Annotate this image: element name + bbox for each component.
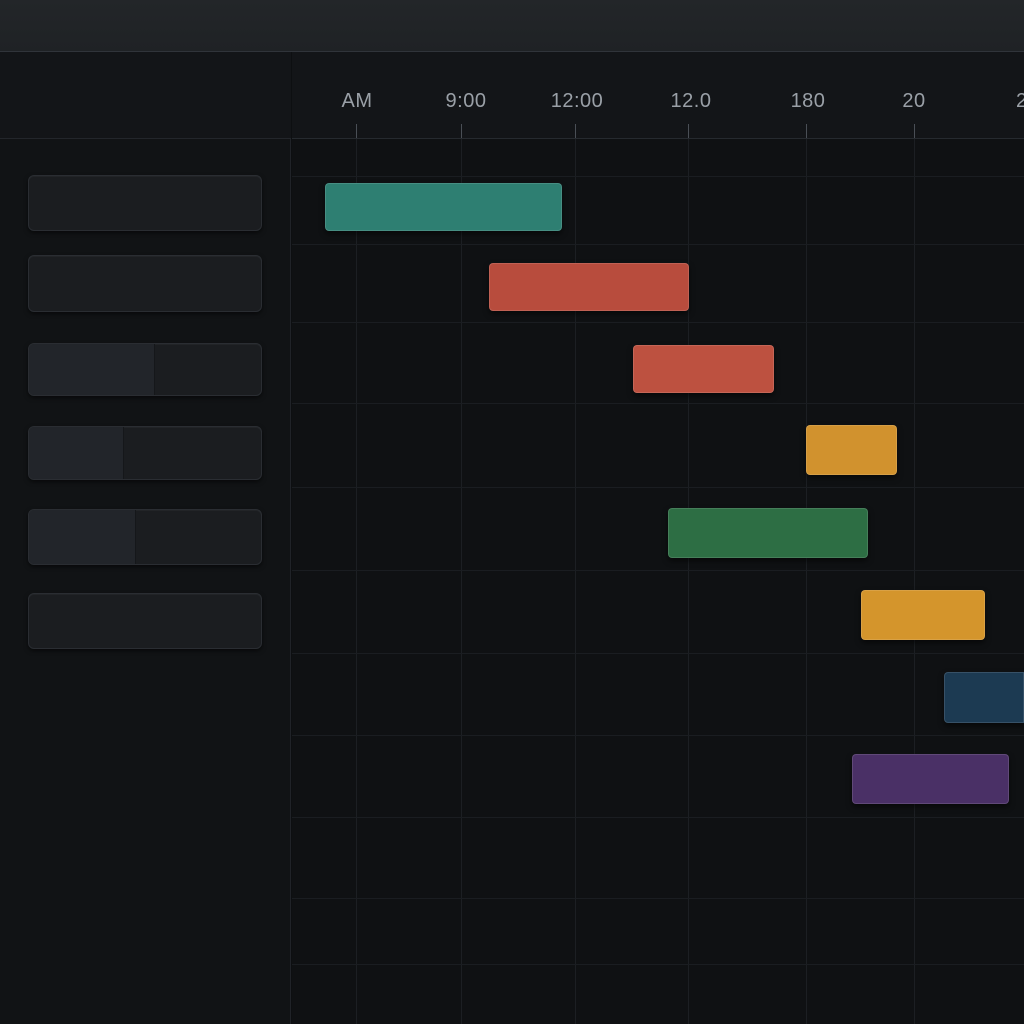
sidebar-row-5-segment	[29, 510, 136, 564]
grid-line-vertical	[914, 139, 915, 1024]
task-bar-8[interactable]	[852, 754, 1009, 804]
grid-line-horizontal	[292, 735, 1024, 736]
sidebar-row-3-segment	[29, 344, 155, 395]
grid-line-vertical	[806, 139, 807, 1024]
sidebar-header	[0, 52, 291, 139]
sidebar-row-6[interactable]	[28, 593, 262, 649]
task-bar-4[interactable]	[806, 425, 897, 475]
tick-mark	[688, 124, 689, 138]
tick-label-5: 180	[790, 90, 826, 112]
grid-line-horizontal	[292, 244, 1024, 245]
task-bar-5[interactable]	[668, 508, 868, 558]
grid-line-horizontal	[292, 322, 1024, 323]
sidebar-row-3[interactable]	[28, 343, 262, 396]
gantt-app: AM 9:00 12:00 12.0 180 20 2	[0, 0, 1024, 1024]
tick-label-3: 12:00	[550, 90, 604, 112]
sidebar-row-1[interactable]	[28, 175, 262, 231]
task-bar-6[interactable]	[861, 590, 985, 640]
grid-line-horizontal	[292, 817, 1024, 818]
tick-mark	[806, 124, 807, 138]
sidebar-row-2[interactable]	[28, 255, 262, 312]
tick-label-1: AM	[341, 90, 373, 112]
grid-line-vertical	[461, 139, 462, 1024]
task-bar-1[interactable]	[325, 183, 562, 231]
time-header: AM 9:00 12:00 12.0 180 20 2	[292, 52, 1024, 139]
sidebar-row-5[interactable]	[28, 509, 262, 565]
grid-line-horizontal	[292, 487, 1024, 488]
top-toolbar	[0, 0, 1024, 52]
grid-line-horizontal	[292, 898, 1024, 899]
grid-line-horizontal	[292, 403, 1024, 404]
grid-line-horizontal	[292, 176, 1024, 177]
tick-mark	[914, 124, 915, 138]
tick-mark	[461, 124, 462, 138]
tick-label-6: 20	[902, 90, 926, 112]
grid-line-horizontal	[292, 964, 1024, 965]
grid-line-vertical	[356, 139, 357, 1024]
task-bar-3[interactable]	[633, 345, 774, 393]
grid-line-horizontal	[292, 570, 1024, 571]
tick-label-2: 9:00	[445, 90, 487, 112]
tick-mark	[356, 124, 357, 138]
task-sidebar	[0, 52, 291, 1024]
tick-mark	[575, 124, 576, 138]
tick-label-4: 12.0	[670, 90, 712, 112]
task-bar-7[interactable]	[944, 672, 1024, 723]
grid-line-horizontal	[292, 653, 1024, 654]
sidebar-row-4[interactable]	[28, 426, 262, 480]
sidebar-row-4-segment	[29, 427, 124, 479]
tick-label-7: 2	[1016, 90, 1024, 112]
timeline-area: AM 9:00 12:00 12.0 180 20 2	[292, 52, 1024, 1024]
task-bar-2[interactable]	[489, 263, 689, 311]
